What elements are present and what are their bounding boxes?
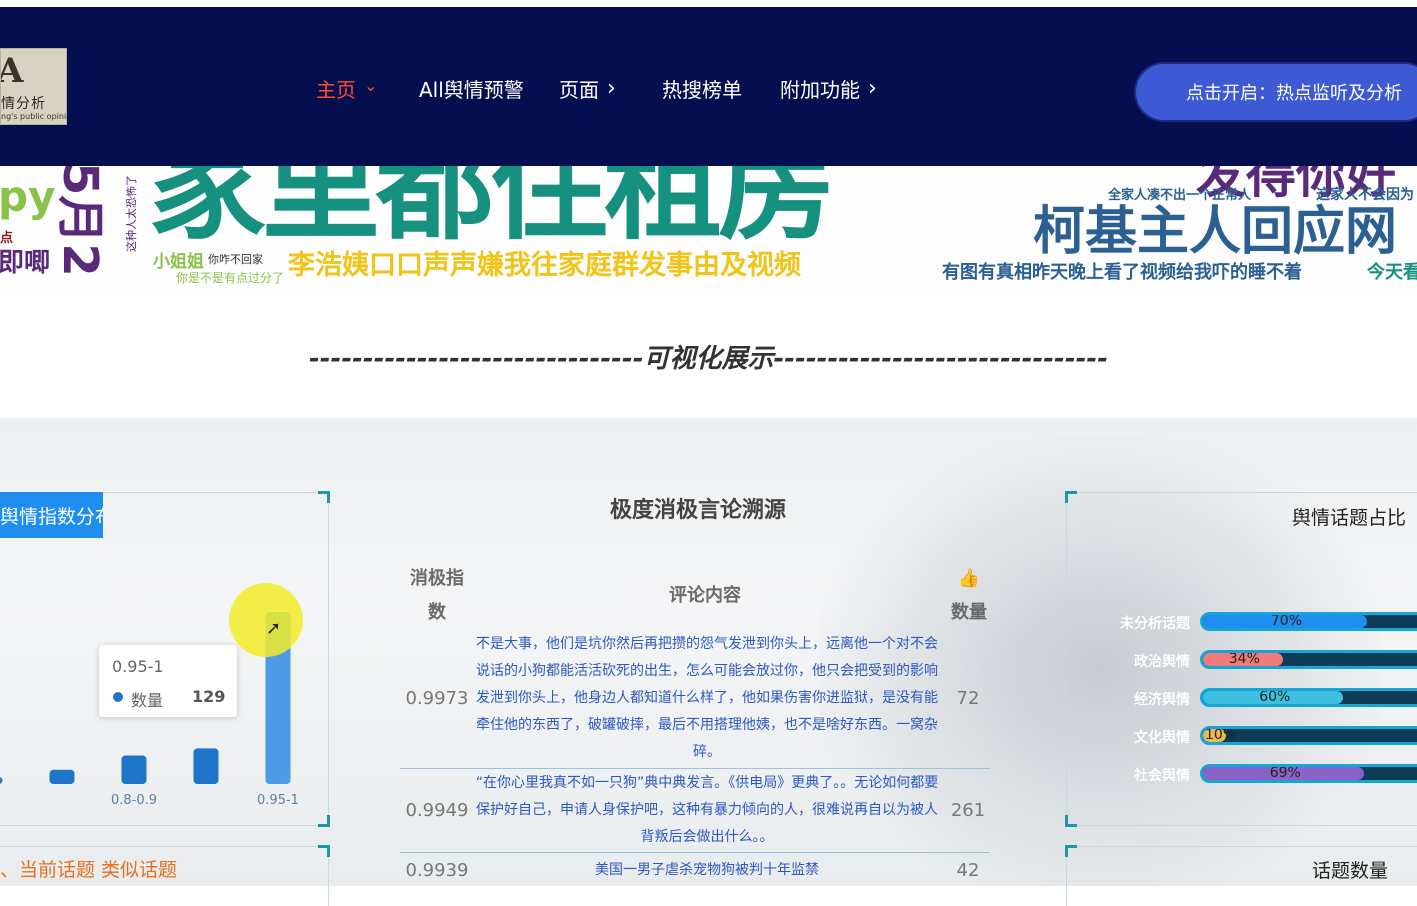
chevron-right-icon: › bbox=[607, 75, 616, 101]
column-header-count: 👍 数量 bbox=[944, 562, 994, 630]
row-score: 0.9949 bbox=[405, 800, 469, 821]
column-header-content: 评论内容 bbox=[669, 585, 741, 606]
chevron-right-icon: › bbox=[868, 75, 877, 101]
progress-percent: 10% bbox=[1205, 727, 1237, 743]
topic-count-title: 话题数量 bbox=[1312, 860, 1389, 882]
word-cloud-word: 小姐姐 bbox=[153, 252, 204, 272]
nav-item-label: 热搜榜单 bbox=[662, 77, 742, 102]
row-content[interactable]: 不是大事，他们是坑你然后再把攒的怨气发泄到你头上，远离他一个对不会说话的小狗都能… bbox=[472, 631, 942, 766]
progress-label: 政治舆情 bbox=[1134, 654, 1190, 670]
progress-panel-title: 舆情话题占比 bbox=[1292, 507, 1407, 529]
chart-bar[interactable] bbox=[49, 769, 75, 784]
site-logo[interactable]: A 情分析 ng's public opinion bbox=[0, 48, 67, 125]
tooltip-title: 0.95-1 bbox=[112, 657, 164, 676]
chart-title-tag: 舆情指数分布 bbox=[0, 492, 103, 538]
panel-corner bbox=[1065, 845, 1077, 857]
row-count: 72 bbox=[956, 688, 980, 709]
word-cloud-word: 家里都住租房 bbox=[148, 166, 836, 256]
column-header-count-label: 数量 bbox=[951, 602, 987, 623]
chevron-down-icon: ⌄ bbox=[364, 75, 378, 95]
start-monitoring-button[interactable]: 点击开启：热点监听及分析 bbox=[1134, 62, 1417, 122]
row-count: 261 bbox=[950, 800, 986, 821]
nav-item-all-alerts[interactable]: All舆情预警 bbox=[419, 74, 524, 102]
thumbs-up-icon: 👍 bbox=[957, 568, 981, 589]
progress-bar: 70% bbox=[1200, 612, 1417, 631]
nav-item-label: 页面 bbox=[559, 77, 599, 102]
progress-label: 社会舆情 bbox=[1134, 768, 1190, 784]
word-cloud-word: 这家人不会因为 bbox=[1316, 187, 1414, 203]
panel-corner bbox=[1065, 491, 1077, 503]
topic-tabs[interactable]: 、当前话题 类似话题 bbox=[0, 855, 177, 882]
row-score: 0.9939 bbox=[405, 860, 469, 881]
word-cloud-word: 你咋不回家 bbox=[208, 253, 263, 266]
word-cloud-word: 即唧 bbox=[0, 248, 51, 278]
nav-item-extras[interactable]: 附加功能 › bbox=[780, 74, 877, 102]
chart-bar[interactable] bbox=[193, 748, 219, 784]
word-cloud-word: py bbox=[0, 172, 56, 221]
chart-tooltip: 0.95-1 数量 129 bbox=[99, 645, 237, 717]
tooltip-value: 129 bbox=[192, 687, 226, 706]
chart-bar[interactable] bbox=[0, 777, 3, 784]
nav-item-pages[interactable]: 页面 › bbox=[559, 74, 616, 102]
logo-mark: A bbox=[1, 51, 23, 91]
progress-percent: 60% bbox=[1259, 689, 1291, 705]
row-count: 42 bbox=[956, 860, 980, 881]
progress-bar: 60% bbox=[1200, 688, 1417, 707]
x-tick-label: 0.8-0.9 bbox=[111, 793, 157, 808]
column-header-score: 消极指数 bbox=[410, 568, 464, 623]
progress-label: 经济舆情 bbox=[1134, 692, 1190, 708]
progress-percent: 70% bbox=[1270, 613, 1303, 629]
panel-corner bbox=[1065, 815, 1077, 827]
chart-bar[interactable] bbox=[121, 755, 147, 784]
word-cloud: 家里都住租房 发得你好 柯基主人回应网 李浩姨口口声声嫌我往家庭群发事由及视频 … bbox=[0, 166, 1417, 294]
mouse-cursor-icon: ➚ bbox=[266, 618, 282, 639]
word-cloud-word: 这种人太恐怖了 bbox=[125, 175, 138, 252]
nav-item-label: 主页 bbox=[316, 77, 356, 102]
word-cloud-word: 点 bbox=[0, 231, 14, 246]
tooltip-series-label: 数量 bbox=[131, 691, 164, 710]
row-score: 0.9973 bbox=[405, 688, 469, 709]
word-cloud-word: 柯基主人回应网 bbox=[1033, 202, 1398, 262]
logo-subtext: ng's public opinion bbox=[1, 112, 67, 121]
panel-corner bbox=[318, 845, 330, 857]
word-cloud-word: 全家人凑不出一个正常人 bbox=[1108, 188, 1252, 203]
nav-item-label: 附加功能 bbox=[780, 77, 860, 102]
word-cloud-word: 你是不是有点过分了 bbox=[176, 271, 285, 285]
nav-item-hot-search[interactable]: 热搜榜单 bbox=[662, 74, 742, 102]
top-strip bbox=[0, 0, 1417, 7]
progress-bar: 10% bbox=[1200, 726, 1417, 745]
table-title: 极度消极言论溯源 bbox=[609, 498, 786, 523]
panel-corner bbox=[318, 491, 330, 503]
progress-bar: 34% bbox=[1200, 650, 1417, 669]
progress-percent: 34% bbox=[1228, 651, 1260, 667]
row-divider bbox=[400, 852, 990, 853]
word-cloud-word: 有图有真相昨天晚上看了视频给我吓的睡不着 bbox=[942, 262, 1302, 283]
progress-bar: 69% bbox=[1200, 764, 1417, 783]
progress-percent: 69% bbox=[1269, 765, 1301, 781]
row-content[interactable]: “在你心里我真不如一只狗”典中典发言。《供电局》更典了。。无论如何都要保护好自己… bbox=[472, 770, 942, 851]
row-divider bbox=[400, 768, 990, 769]
row-content[interactable]: 美国一男子虐杀宠物狗被判十年监禁 bbox=[472, 857, 942, 884]
logo-text: 情分析 bbox=[1, 96, 46, 112]
section-title: -------------------------------可视化展示----… bbox=[308, 344, 1109, 374]
progress-label: 文化舆情 bbox=[1134, 730, 1190, 746]
progress-label: 未分析话题 bbox=[1120, 616, 1190, 632]
nav-item-label: All舆情预警 bbox=[419, 77, 524, 102]
word-cloud-word: 今天看 bbox=[1367, 262, 1417, 283]
word-cloud-word: 5月2 bbox=[52, 166, 108, 277]
word-cloud-word: 李浩姨口口声声嫌我往家庭群发事由及视频 bbox=[288, 250, 801, 281]
nav-item-home[interactable]: 主页 ⌄ bbox=[316, 74, 377, 102]
tooltip-series-marker bbox=[113, 692, 123, 702]
x-tick-label: 0.95-1 bbox=[257, 793, 299, 808]
